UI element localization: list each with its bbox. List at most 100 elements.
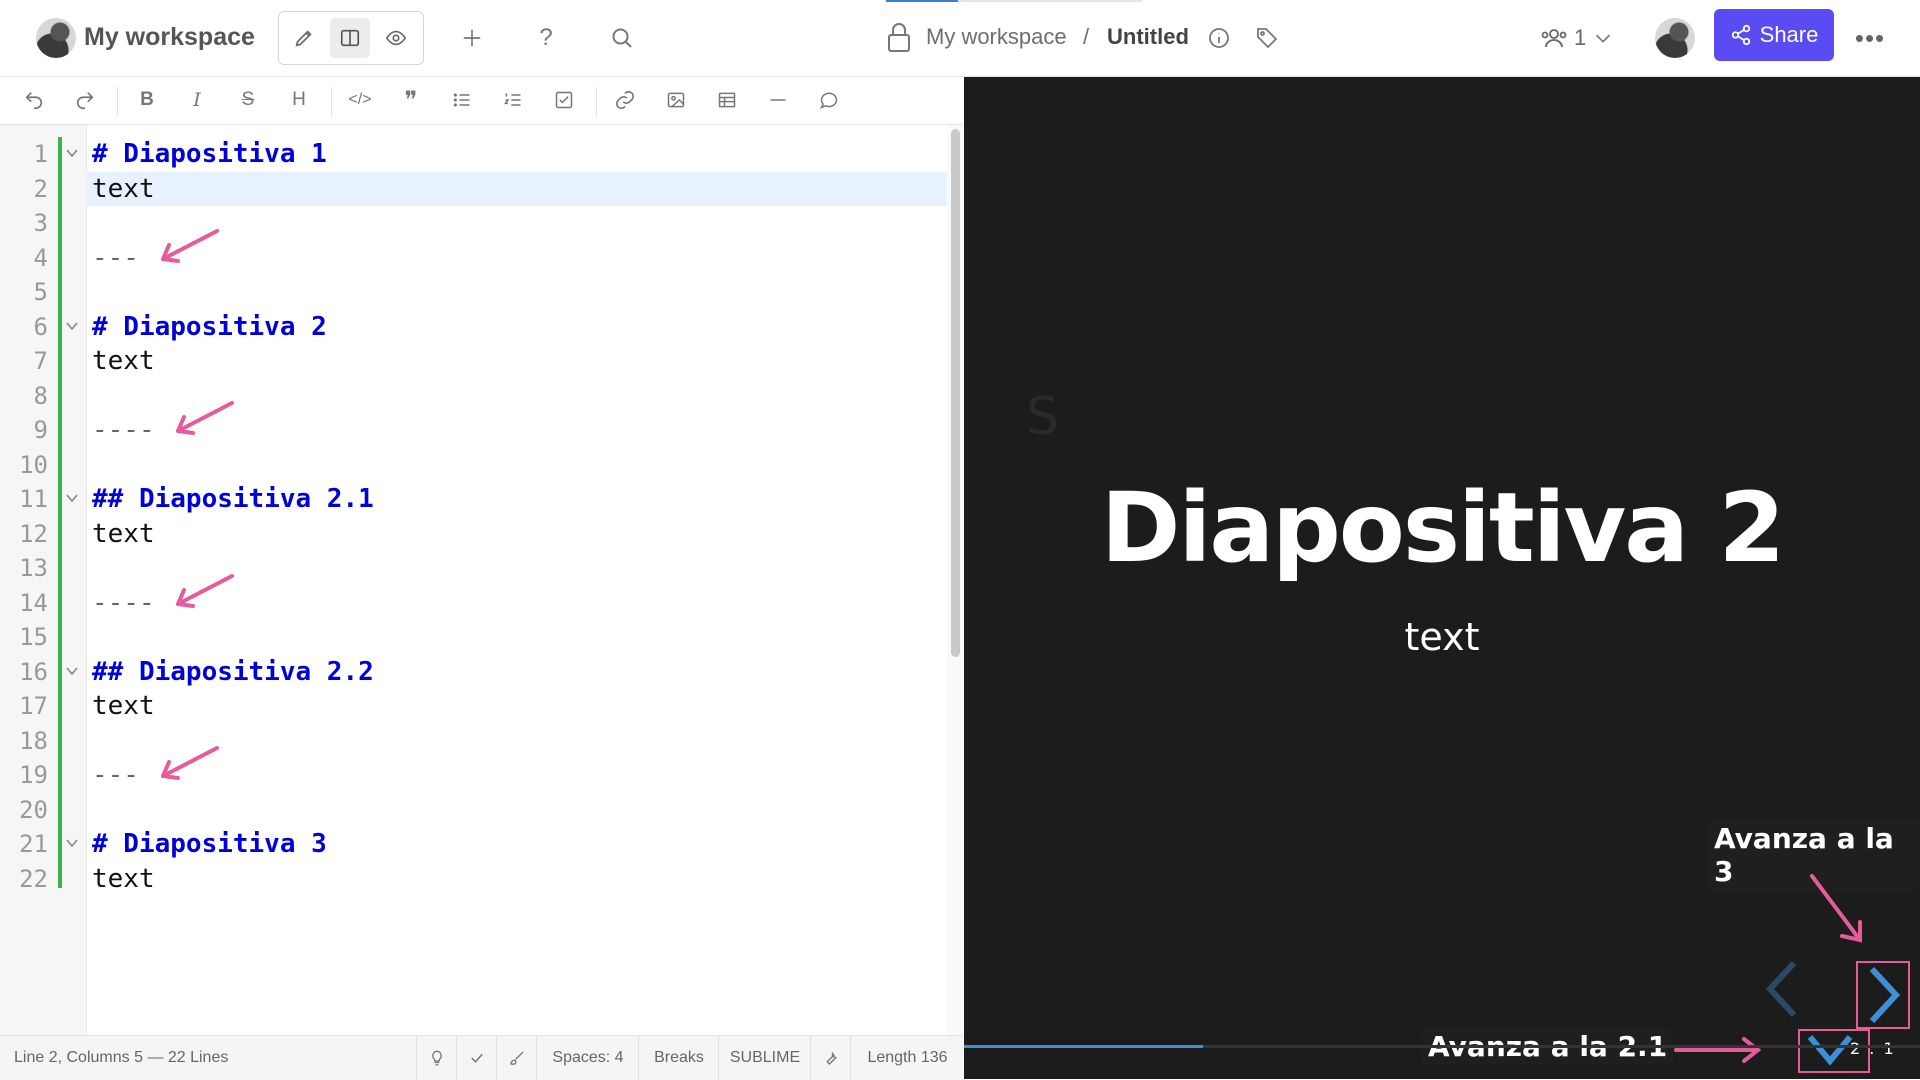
editor-line[interactable]: 22 text	[0, 862, 945, 896]
editor-line[interactable]: 16 ## Diapositiva 2.2	[0, 655, 945, 689]
editor-line[interactable]: 19 ---	[0, 746, 945, 792]
line-text: text	[92, 518, 155, 549]
heading-button[interactable]: H	[282, 83, 316, 117]
editor-line[interactable]: 14 ----	[0, 573, 945, 620]
share-icon	[1731, 24, 1750, 46]
fold-toggle-icon[interactable]	[64, 663, 80, 679]
line-breaks-toggle[interactable]: Breaks	[638, 1036, 719, 1080]
fold-toggle-icon[interactable]	[64, 145, 80, 161]
editor-scrollbar[interactable]	[947, 125, 963, 1035]
editor-line[interactable]: 21 # Diapositiva 3	[0, 827, 945, 861]
lint-button[interactable]	[456, 1036, 497, 1080]
editor-line[interactable]: 12 text	[0, 517, 945, 551]
indent-spaces-selector[interactable]: Spaces: 4	[536, 1036, 639, 1080]
new-note-button[interactable]	[454, 18, 490, 58]
code-button[interactable]: </>	[343, 83, 377, 117]
more-menu-button[interactable]: •••	[1852, 18, 1888, 58]
undo-icon	[25, 92, 43, 110]
note-info-button[interactable]	[1204, 22, 1234, 54]
heading-line-text: ## Diapositiva 2.1	[92, 484, 374, 514]
online-users-button[interactable]: 1	[1540, 20, 1614, 56]
editor-line[interactable]: 17 text	[0, 689, 945, 723]
table-button[interactable]	[710, 83, 744, 117]
editor-line[interactable]: 11 ## Diapositiva 2.1	[0, 482, 945, 516]
heading-line-text: ## Diapositiva 2.2	[92, 656, 374, 687]
tags-button[interactable]	[1251, 22, 1283, 54]
editor-line[interactable]: 18	[0, 724, 945, 758]
editor-line[interactable]: 20	[0, 793, 945, 827]
quote-button[interactable]: ❞	[394, 83, 428, 117]
fold-toggle-icon[interactable]	[64, 835, 80, 851]
document-title[interactable]: Untitled	[1107, 24, 1189, 50]
fold-toggle-icon[interactable]	[64, 490, 80, 506]
undo-button[interactable]	[17, 83, 51, 117]
spellcheck-button[interactable]	[496, 1036, 537, 1080]
heading-line-text: # Diapositiva 3	[92, 829, 327, 859]
italic-icon: I	[193, 89, 201, 111]
line-text	[86, 620, 952, 654]
minus-icon	[770, 99, 786, 101]
hints-button[interactable]	[416, 1036, 457, 1080]
split-mode-button[interactable]	[330, 18, 370, 58]
fold-toggle-icon[interactable]	[64, 318, 80, 334]
chevron-down-icon	[1596, 34, 1611, 43]
share-button[interactable]: Share	[1714, 9, 1834, 61]
scrollbar-thumb[interactable]	[951, 129, 960, 657]
link-button[interactable]	[608, 83, 642, 117]
editor-settings-button[interactable]	[810, 1036, 851, 1080]
breadcrumb-workspace[interactable]: My workspace	[926, 24, 1067, 50]
line-number: 14	[19, 588, 48, 617]
editor-line[interactable]: 6 # Diapositiva 2	[0, 310, 945, 344]
line-number: 13	[19, 554, 48, 582]
view-mode-switcher	[278, 11, 424, 65]
keymap-selector[interactable]: SUBLIME	[718, 1036, 811, 1080]
slide-number: 2 . 1	[1850, 1039, 1896, 1058]
image-icon	[667, 92, 685, 108]
checklist-button[interactable]	[547, 83, 581, 117]
slide-preview[interactable]: S Diapositiva 2 text Avanza a la 3 Avanz…	[964, 77, 1920, 1079]
bold-button[interactable]: B	[130, 83, 164, 117]
editor-line[interactable]: 3	[0, 206, 945, 240]
strikethrough-icon: S	[241, 89, 255, 110]
view-mode-button[interactable]	[376, 18, 416, 58]
editor-line[interactable]: 7 text	[0, 344, 945, 378]
previous-slide-button[interactable]	[1760, 957, 1804, 1021]
plus-icon	[463, 29, 481, 47]
comment-button[interactable]	[812, 83, 846, 117]
editor-line[interactable]: 10	[0, 448, 945, 482]
workspace-avatar[interactable]	[36, 18, 76, 58]
help-button[interactable]: ?	[528, 18, 564, 58]
editor-line[interactable]: 2 text	[0, 171, 952, 206]
markdown-editor[interactable]: 1 # Diapositiva 1 2 text 3 4 --- 5 6 # Diapositiv…	[0, 125, 963, 1035]
numbered-list-button[interactable]	[496, 83, 530, 117]
strikethrough-button[interactable]: S	[231, 83, 265, 117]
image-button[interactable]	[659, 83, 693, 117]
heading-line-text: # Diapositiva 1	[92, 139, 327, 169]
document-length: Length 136	[850, 1036, 964, 1080]
search-icon	[612, 28, 632, 48]
editor-line[interactable]: 9 ----	[0, 401, 945, 447]
edit-mode-button[interactable]	[284, 18, 324, 58]
editor-line[interactable]: 1 # Diapositiva 1	[0, 137, 945, 171]
editor-line[interactable]: 13	[0, 551, 945, 585]
line-text: text	[92, 863, 155, 894]
editor-line[interactable]: 8	[0, 379, 945, 413]
question-icon: ?	[539, 24, 553, 51]
workspace-name[interactable]: My workspace	[84, 23, 255, 52]
redo-button[interactable]	[68, 83, 102, 117]
editor-line[interactable]: 5	[0, 275, 945, 309]
annotation-arrow-icon	[176, 401, 235, 435]
search-button[interactable]	[604, 18, 640, 58]
bullet-list-button[interactable]	[445, 83, 479, 117]
editor-line[interactable]: 15	[0, 620, 945, 654]
italic-button[interactable]: I	[180, 83, 214, 117]
breadcrumb-separator: /	[1083, 24, 1090, 49]
user-avatar[interactable]	[1655, 18, 1695, 58]
next-slide-button[interactable]	[1856, 961, 1910, 1029]
editor-line[interactable]: 4 ---	[0, 228, 945, 275]
annotation-arrow-icon	[1810, 874, 1862, 943]
horizontal-rule-button[interactable]	[761, 83, 795, 117]
annotation-arrow-icon	[160, 228, 219, 263]
eye-icon	[385, 30, 407, 46]
table-icon	[718, 92, 736, 108]
